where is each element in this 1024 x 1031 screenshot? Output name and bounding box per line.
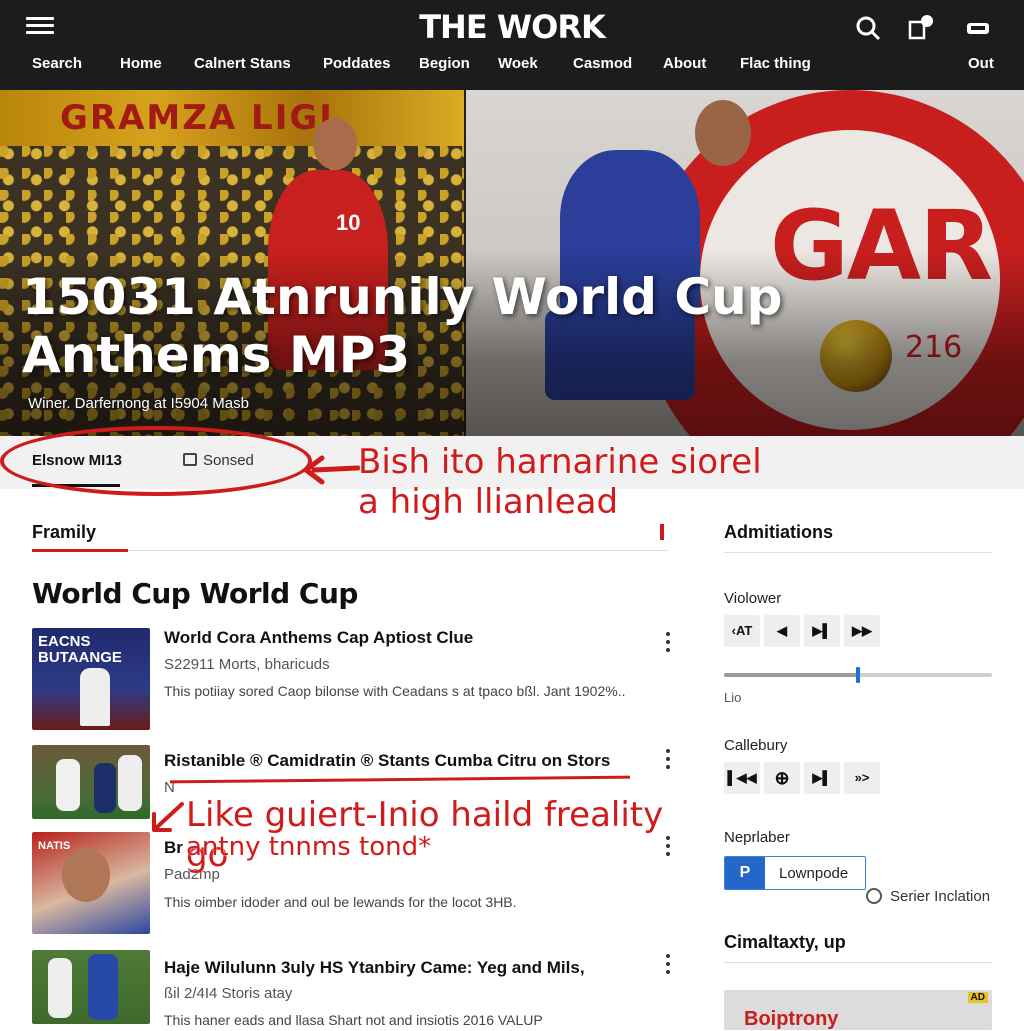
ad-banner[interactable]: AD Boiptrony — [724, 990, 992, 1030]
nav-link-home[interactable]: Home — [120, 55, 162, 72]
fast-forward-button[interactable]: ▶▶ — [844, 615, 880, 647]
ad-badge: AD — [967, 992, 988, 1003]
item-title[interactable]: Ristanible ® Camidratin ® Stants Cumba C… — [164, 751, 644, 771]
stadium-banner: GRAMZA LIGI — [0, 90, 464, 146]
item-title[interactable]: Haje Wilulunn 3uly HS Ytanbiry Came: Yeg… — [164, 958, 644, 978]
sidebar-heading: Admitiations — [724, 522, 834, 542]
hero-title: 15031 Atnrunily World Cup Anthems MP3 — [22, 268, 783, 384]
item-thumbnail[interactable]: EACNS BUTAANGE — [32, 628, 150, 730]
slider-handle[interactable] — [856, 667, 860, 683]
search-icon[interactable] — [854, 14, 882, 42]
cart-icon[interactable] — [964, 14, 992, 42]
more-options-icon[interactable] — [664, 632, 672, 654]
gear-icon — [866, 888, 882, 904]
nav-link-woek[interactable]: Woek — [498, 55, 538, 72]
jersey-number: 10 — [336, 210, 361, 235]
nav-link-about[interactable]: About — [663, 55, 706, 72]
play-button[interactable]: ▶▌ — [804, 615, 840, 647]
hero-subtitle: Winer. Darfernong at I5904 Masb — [28, 395, 249, 412]
slider-fill — [724, 673, 858, 677]
annotation-circle — [0, 426, 312, 496]
lownpode-toggle[interactable]: P Lownpode — [724, 856, 866, 890]
main-nav: Search Home Calnert Stans Poddates Begio… — [0, 55, 1024, 77]
nav-link-casmod[interactable]: Casmod — [573, 55, 632, 72]
item-description: This potiiay sored Caop bilonse with Cea… — [164, 683, 626, 699]
rewind-button[interactable]: ‹AT — [724, 615, 760, 647]
gallery-controls: ▌◀◀ ⊕ ▶▌ »> — [724, 762, 884, 796]
top-header: THE WORK Search Home Calnert Stans Podda… — [0, 0, 1024, 90]
section-menu-icon[interactable] — [660, 524, 664, 540]
skip-forward-button[interactable]: ▶▌ — [804, 762, 840, 794]
sidebar-divider — [724, 962, 992, 963]
shuffle-button[interactable]: »> — [844, 762, 880, 794]
red-player-head — [313, 118, 357, 170]
item-title[interactable]: World Cora Anthems Cap Aptiost Clue — [164, 628, 644, 648]
annotation-text-top: Bish ito harnarine siorel a high llianle… — [358, 442, 762, 522]
nav-link-out[interactable]: Out — [968, 55, 994, 72]
item-thumbnail[interactable] — [32, 950, 150, 1024]
gallery-label: Callebury — [724, 737, 788, 754]
nav-link-search[interactable]: Search — [32, 55, 82, 72]
item-meta: S22911 Morts, bharicuds — [164, 656, 330, 673]
neprlaber-label: Neprlaber — [724, 829, 790, 846]
section-title: World Cup World Cup — [32, 577, 358, 610]
annotation-arrow-icon — [152, 802, 184, 832]
toggle-p-segment[interactable]: P — [725, 857, 765, 889]
item-thumbnail[interactable] — [32, 745, 150, 819]
more-options-icon[interactable] — [664, 954, 672, 976]
section-underline — [32, 549, 128, 552]
item-description: This oimber idoder and oul be lewands fo… — [164, 894, 517, 910]
ad-text: Boiptrony — [744, 1008, 839, 1030]
section-label: Framily — [32, 522, 97, 542]
annotation-arrow-icon — [303, 455, 360, 485]
volume-slider[interactable] — [724, 667, 992, 683]
more-options-icon[interactable] — [664, 749, 672, 771]
sidebar-bottom-heading: Cimaltaxty, up — [724, 932, 846, 952]
nav-link-flac-thing[interactable]: Flac thing — [740, 55, 811, 72]
item-thumbnail[interactable]: NATIS — [32, 832, 150, 934]
blue-player-head — [695, 100, 751, 166]
item-meta: ßil 2/4I4 Storis atay — [164, 985, 293, 1002]
viewer-controls: ‹AT ◀ ▶▌ ▶▶ — [724, 615, 884, 649]
previous-button[interactable]: ◀ — [764, 615, 800, 647]
add-button[interactable]: ⊕ — [764, 762, 800, 794]
toggle-label: Lownpode — [779, 865, 849, 882]
viewer-label: Violower — [724, 590, 782, 607]
nav-link-poddates[interactable]: Poddates — [323, 55, 391, 72]
sidebar-divider — [724, 552, 992, 553]
hero-banner[interactable]: GRAMZA LIGI 10 GAR 216 15031 Atnrunily W… — [0, 90, 1024, 436]
list-item[interactable]: EACNS BUTAANGE World Cora Anthems Cap Ap… — [32, 628, 672, 732]
notification-icon[interactable] — [906, 14, 934, 42]
list-item[interactable]: Haje Wilulunn 3uly HS Ytanbiry Came: Yeg… — [32, 950, 672, 1028]
skip-back-button[interactable]: ▌◀◀ — [724, 762, 760, 794]
server-inclation-button[interactable]: Serier Inclation — [866, 888, 990, 905]
item-description: This haner eads and llasa Shart not and … — [164, 1012, 543, 1028]
slider-label: Lio — [724, 690, 742, 705]
nav-link-begion[interactable]: Begion — [419, 55, 470, 72]
annotation-text-lower: antny tnnms tond* — [186, 832, 432, 862]
nav-link-calnert-stans[interactable]: Calnert Stans — [194, 55, 291, 72]
